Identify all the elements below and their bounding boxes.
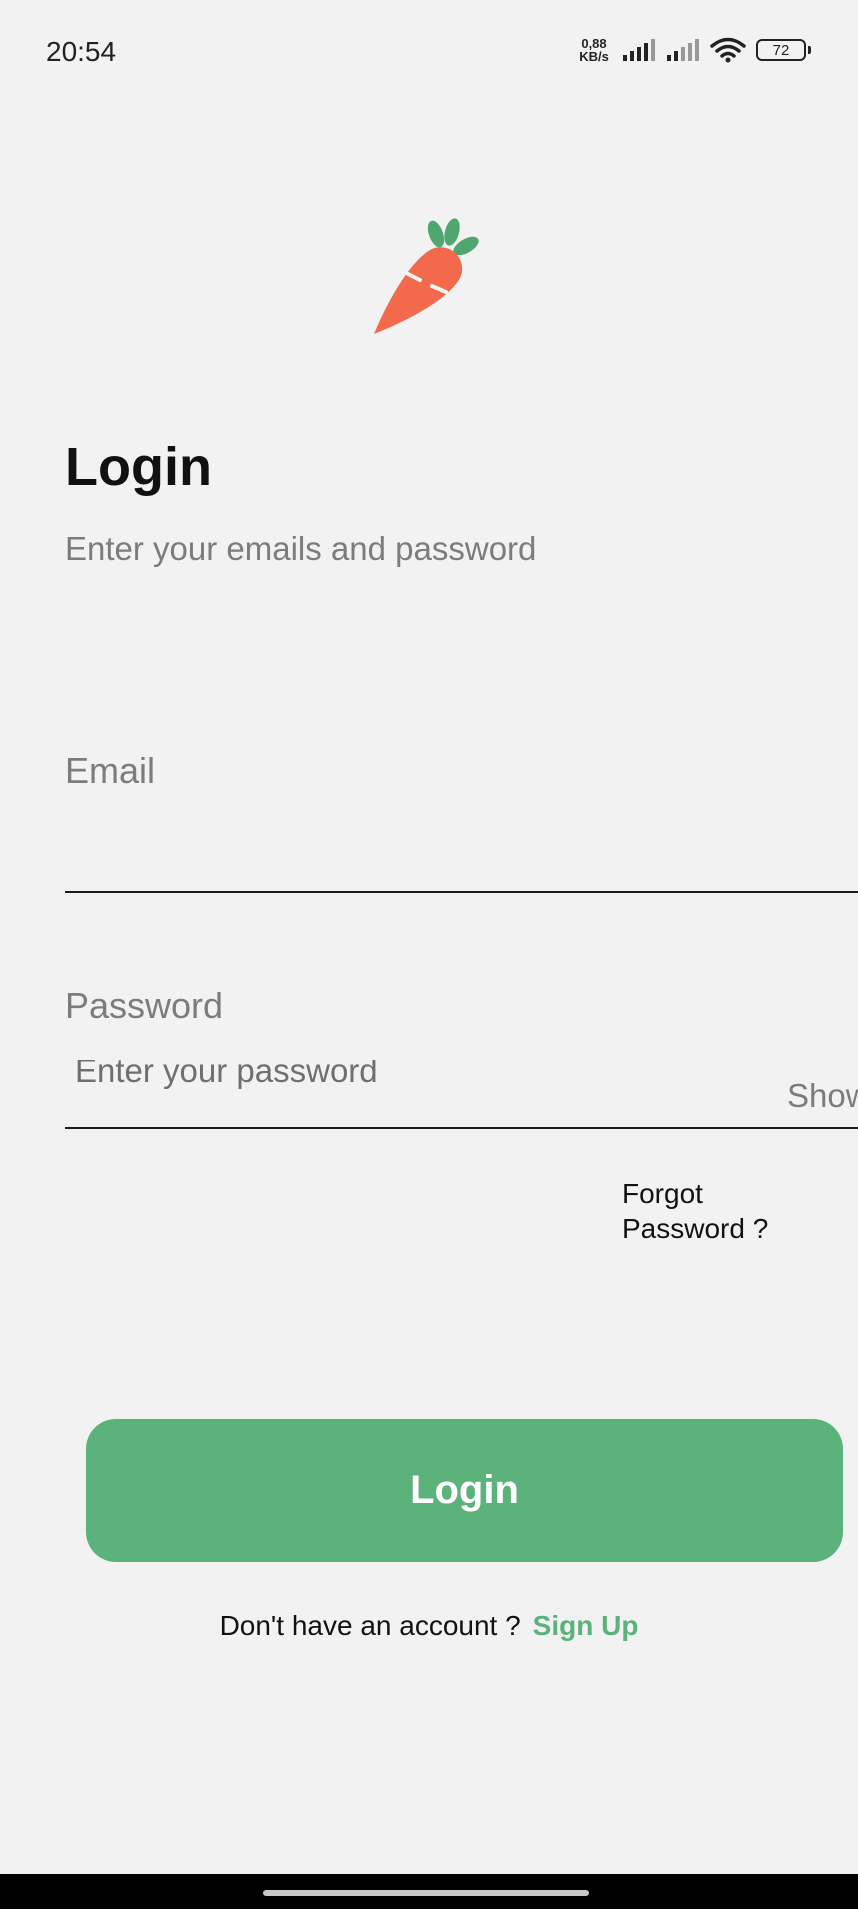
password-underline — [65, 1127, 858, 1129]
status-bar: 20:54 0,88 KB/s 72 — [0, 0, 858, 105]
password-label: Password — [65, 985, 224, 1026]
signal-icon — [623, 39, 655, 61]
page-subtitle: Enter your emails and password — [65, 530, 537, 567]
wifi-icon — [710, 37, 746, 63]
email-underline — [65, 891, 858, 893]
network-speed: 0,88 KB/s — [576, 37, 612, 63]
navigation-bar — [0, 1874, 858, 1909]
login-button[interactable]: Login — [86, 1419, 843, 1562]
signal-icon — [667, 39, 699, 61]
carrot-icon — [374, 218, 479, 334]
show-password-toggle[interactable]: Show — [787, 1077, 858, 1115]
signup-link[interactable]: Sign Up — [533, 1610, 639, 1642]
network-speed-unit: KB/s — [579, 49, 609, 64]
status-time: 20:54 — [46, 36, 117, 67]
forgot-password-link[interactable]: Forgot Password ? — [622, 1176, 802, 1246]
signup-prompt: Don't have an account ? — [219, 1610, 521, 1641]
email-label: Email — [65, 750, 156, 791]
email-field[interactable] — [65, 820, 849, 890]
battery-level: 72 — [772, 41, 790, 59]
status-icons: 0,88 KB/s 72 — [576, 34, 811, 66]
password-field-container — [65, 1060, 765, 1100]
signup-row: Don't have an account ? Sign Up — [0, 1610, 858, 1642]
battery-icon: 72 — [756, 39, 811, 61]
page-title: Login — [65, 437, 212, 497]
home-indicator[interactable] — [263, 1890, 589, 1896]
password-field[interactable] — [73, 1060, 757, 1100]
